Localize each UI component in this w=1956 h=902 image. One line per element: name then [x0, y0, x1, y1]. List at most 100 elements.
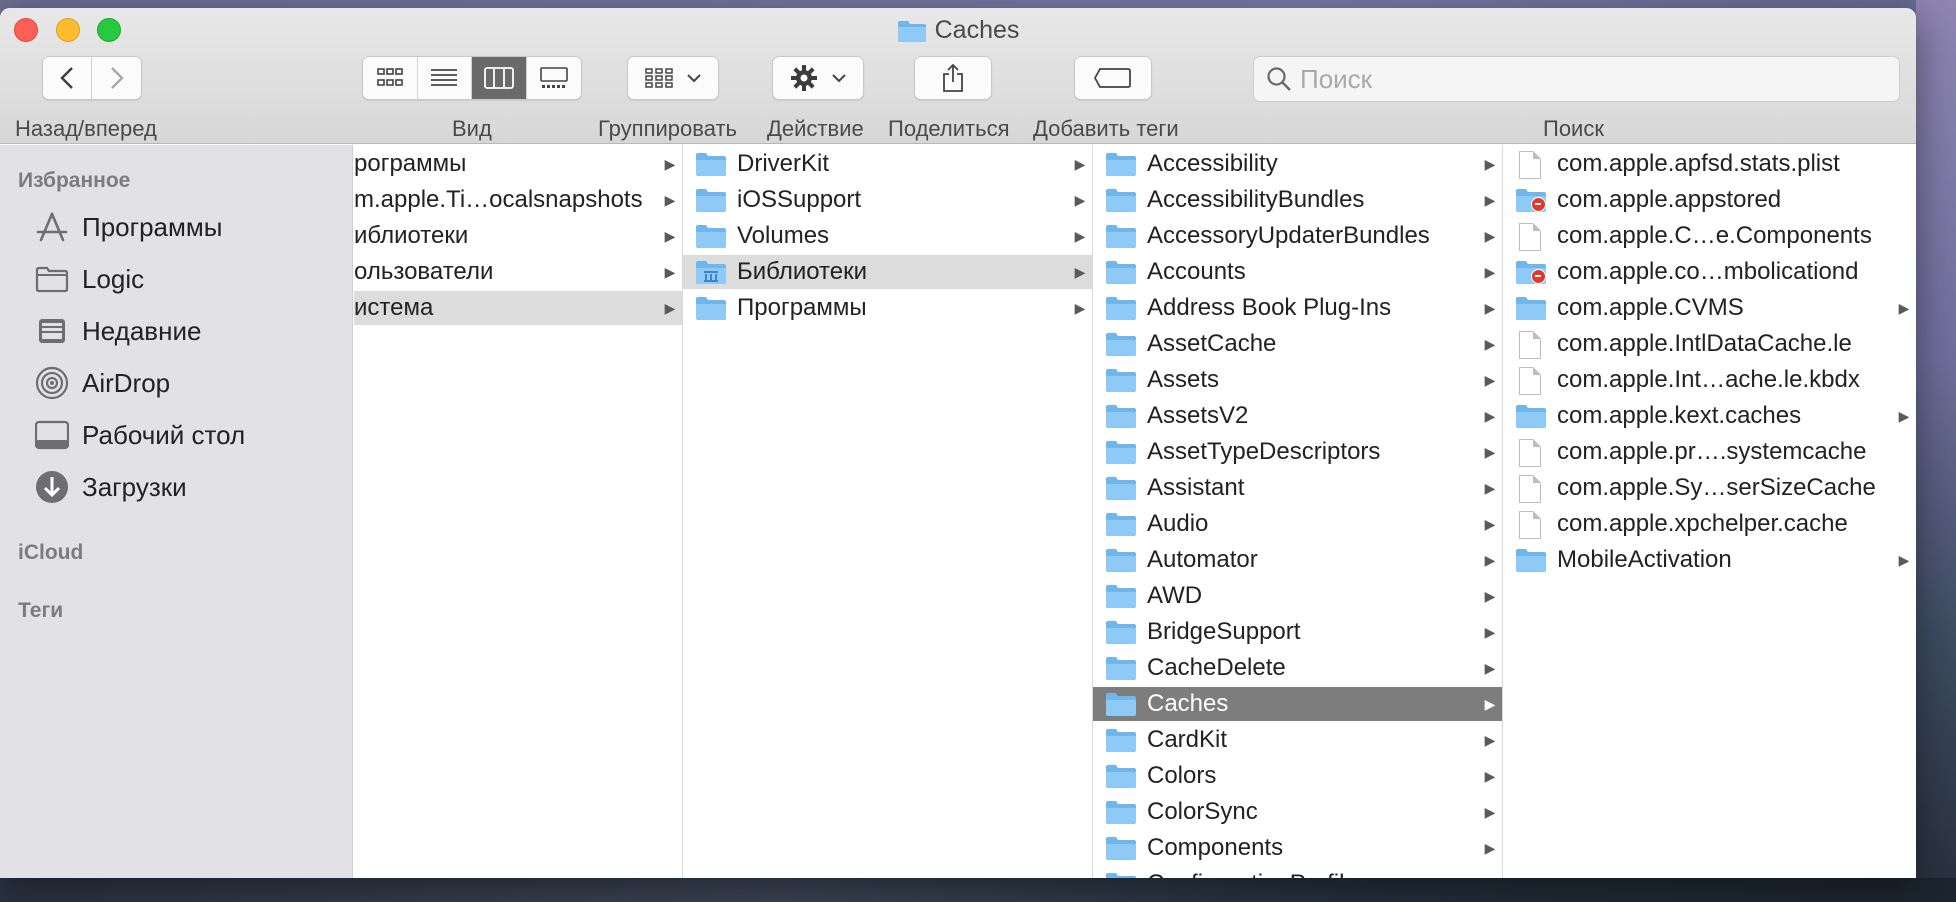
list-item[interactable]: Библиотеки ▶	[683, 255, 1092, 289]
list-item-label: BridgeSupport	[1147, 618, 1301, 645]
disclosure-arrow-icon: ▶	[1898, 551, 1910, 568]
gallery-view-button[interactable]	[527, 57, 582, 99]
forward-button[interactable]	[92, 56, 141, 100]
downloads-icon	[34, 469, 70, 505]
list-item[interactable]: com.apple.Sy…serSizeCache	[1503, 471, 1916, 505]
disclosure-arrow-icon: ▶	[1074, 263, 1086, 280]
list-item-label: AWD	[1147, 582, 1203, 609]
list-item[interactable]: истема ▶	[354, 291, 682, 325]
list-item[interactable]: ConfigurationProfiles▶	[1093, 867, 1502, 878]
list-item-label: com.apple.co…mbolicationd	[1557, 258, 1859, 285]
list-item[interactable]: m.apple.Ti…ocalsnapshots ▶	[354, 183, 682, 217]
list-item[interactable]: com.apple.pr….systemcache	[1503, 435, 1916, 469]
list-item[interactable]: Audio ▶	[1093, 507, 1502, 541]
list-item[interactable]: com.apple.CVMS ▶	[1503, 291, 1916, 325]
disclosure-arrow-icon: ▶	[1484, 659, 1496, 676]
disclosure-arrow-icon: ▶	[1484, 551, 1496, 568]
list-item[interactable]: com.apple.co…mbolicationd	[1503, 255, 1916, 289]
list-item[interactable]: AssetTypeDescriptors ▶	[1093, 435, 1502, 469]
search-input[interactable]: Поиск	[1253, 56, 1900, 102]
list-item[interactable]: AssetCache ▶	[1093, 327, 1502, 361]
list-item[interactable]: Colors ▶	[1093, 759, 1502, 793]
folder-icon	[1105, 583, 1137, 609]
list-item[interactable]: Volumes ▶	[683, 219, 1092, 253]
list-item[interactable]: iOSSupport ▶	[683, 183, 1092, 217]
list-item-label: Caches	[1147, 690, 1229, 717]
list-item[interactable]: DriverKit ▶	[683, 147, 1092, 181]
list-item[interactable]: иблиотеки ▶	[354, 219, 682, 253]
add-tags-button[interactable]	[1074, 56, 1152, 100]
tags-header[interactable]: Теги	[18, 599, 63, 623]
window-title: Caches	[0, 16, 1916, 45]
share-button[interactable]	[914, 56, 992, 100]
list-item[interactable]: AccessoryUpdaterBundles ▶	[1093, 219, 1502, 253]
document-icon	[1515, 331, 1547, 359]
list-item[interactable]: com.apple.appstored	[1503, 183, 1916, 217]
folder-icon	[34, 261, 70, 297]
window-title-text: Caches	[934, 16, 1020, 44]
list-item-label: DriverKit	[737, 150, 830, 177]
list-item[interactable]: Caches ▶	[1093, 687, 1502, 721]
tag-icon	[1094, 68, 1131, 88]
list-item-label: Audio	[1147, 510, 1209, 537]
column-4: com.apple.apfsd.stats.plist com.apple.app…	[1503, 145, 1916, 878]
list-item[interactable]: рограммы ▶	[354, 147, 682, 181]
list-item[interactable]: Automator ▶	[1093, 543, 1502, 577]
list-item[interactable]: AWD ▶	[1093, 579, 1502, 613]
list-item[interactable]: Address Book Plug-Ins ▶	[1093, 291, 1502, 325]
list-item-label: AssetCache	[1147, 330, 1277, 357]
share-icon	[943, 63, 963, 92]
list-item[interactable]: com.apple.C…e.Components	[1503, 219, 1916, 253]
list-icon	[431, 69, 458, 86]
sidebar-item-desktop[interactable]: Рабочий стол	[34, 413, 245, 457]
list-view-button[interactable]	[418, 57, 472, 99]
list-item[interactable]: Программы ▶	[683, 291, 1092, 325]
sidebar-item-downloads[interactable]: Загрузки	[34, 465, 187, 509]
list-item[interactable]: com.apple.xpchelper.cache	[1503, 507, 1916, 541]
column-view-button[interactable]	[472, 57, 527, 99]
group-button[interactable]	[627, 56, 719, 100]
disclosure-arrow-icon: ▶	[1484, 479, 1496, 496]
sidebar-item-applications[interactable]: Программы	[34, 205, 222, 249]
sidebar-item-logic[interactable]: Logic	[34, 257, 144, 301]
list-item-label: com.apple.pr….systemcache	[1557, 438, 1867, 465]
list-item[interactable]: com.apple.IntlDataCache.le	[1503, 327, 1916, 361]
list-item[interactable]: AccessibilityBundles ▶	[1093, 183, 1502, 217]
gear-icon	[791, 65, 817, 91]
list-item[interactable]: CacheDelete ▶	[1093, 651, 1502, 685]
share-label: Поделиться	[888, 116, 1010, 141]
list-item[interactable]: BridgeSupport ▶	[1093, 615, 1502, 649]
folder-icon	[1105, 763, 1137, 789]
folder-icon	[1105, 331, 1137, 357]
sidebar-item-airdrop[interactable]: AirDrop	[34, 361, 170, 405]
list-item[interactable]: ColorSync ▶	[1093, 795, 1502, 829]
action-button[interactable]	[772, 56, 864, 100]
document-icon	[1515, 367, 1547, 395]
folder-icon	[1105, 367, 1137, 393]
sidebar-item-label: Программы	[82, 211, 223, 242]
icloud-header[interactable]: iCloud	[18, 541, 83, 565]
list-item[interactable]: Accessibility ▶	[1093, 147, 1502, 181]
list-item[interactable]: AssetsV2 ▶	[1093, 399, 1502, 433]
list-item[interactable]: Assistant ▶	[1093, 471, 1502, 505]
recents-icon	[34, 313, 70, 349]
back-button[interactable]	[43, 56, 93, 100]
list-item[interactable]: com.apple.kext.caches ▶	[1503, 399, 1916, 433]
list-item[interactable]: Accounts ▶	[1093, 255, 1502, 289]
folder-icon	[1515, 547, 1547, 573]
list-item[interactable]: Assets ▶	[1093, 363, 1502, 397]
disclosure-arrow-icon: ▶	[1074, 299, 1086, 316]
list-item[interactable]: ользователи ▶	[354, 255, 682, 289]
list-item[interactable]: CardKit ▶	[1093, 723, 1502, 757]
disclosure-arrow-icon: ▶	[1484, 731, 1496, 748]
restricted-folder-icon	[1515, 187, 1547, 213]
list-item-label: com.apple.apfsd.stats.plist	[1557, 150, 1840, 177]
list-item[interactable]: com.apple.Int…ache.le.kbdx	[1503, 363, 1916, 397]
icon-view-button[interactable]	[363, 57, 418, 99]
list-item[interactable]: MobileActivation ▶	[1503, 543, 1916, 577]
search-icon	[1267, 67, 1291, 91]
list-item[interactable]: com.apple.apfsd.stats.plist	[1503, 147, 1916, 181]
column-2: DriverKit ▶ iOSSupport ▶ Volumes ▶ Библиотеки ▶…	[683, 145, 1093, 878]
list-item[interactable]: Components ▶	[1093, 831, 1502, 865]
sidebar-item-recents[interactable]: Недавние	[34, 309, 201, 353]
